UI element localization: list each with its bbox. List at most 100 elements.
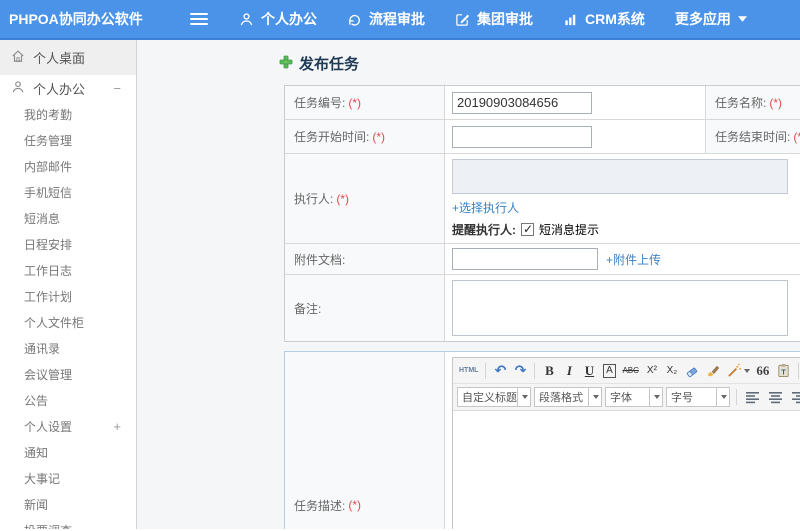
remark-textarea[interactable] <box>452 280 788 336</box>
end-time-label: 任务结束时间:(*) <box>706 120 800 153</box>
undo-icon[interactable]: ↶ <box>491 361 509 381</box>
main-content: 发布任务 任务编号:(*) 任务名称:(*) 任务开始时间:(*) <box>137 40 800 529</box>
format-brush-icon[interactable] <box>704 361 723 381</box>
sidebar-item-meeting-management[interactable]: 会议管理 <box>0 361 136 387</box>
sidebar-item-label: 短消息 <box>24 211 61 226</box>
required-mark: (*) <box>769 95 783 110</box>
sidebar-item-notice[interactable]: 通知 <box>0 439 136 465</box>
nav-workflow-approval[interactable]: 流程审批 <box>332 0 440 38</box>
sidebar-item-label: 工作计划 <box>24 289 73 304</box>
nav-crm-system[interactable]: CRM系统 <box>548 0 660 38</box>
html-source-button[interactable]: HTML <box>457 361 480 381</box>
required-mark: (*) <box>348 95 362 110</box>
editor-content-area[interactable] <box>453 411 800 529</box>
sidebar-item-personal-office[interactable]: 个人办公 − <box>0 75 136 101</box>
sidebar-item-personal-files[interactable]: 个人文件柜 <box>0 309 136 335</box>
align-left-icon[interactable] <box>743 387 763 407</box>
sidebar-item-work-plan[interactable]: 工作计划 <box>0 283 136 309</box>
user-icon <box>239 12 254 27</box>
task-number-input[interactable] <box>452 91 592 114</box>
task-number-label: 任务编号: (*) <box>285 86 445 119</box>
collapse-minus-icon[interactable]: − <box>113 81 121 96</box>
sidebar: 个人桌面 个人办公 − 我的考勤 任务管理 内部邮件 手机短信 短消息 日程安排… <box>0 40 137 529</box>
choose-executor-link[interactable]: +选择执行人 <box>452 199 519 216</box>
sidebar-item-label: 个人文件柜 <box>24 315 85 330</box>
remark-label: 备注: <box>285 275 445 341</box>
expand-plus-icon[interactable]: + <box>113 419 121 434</box>
sidebar-item-sms[interactable]: 手机短信 <box>0 179 136 205</box>
sidebar-item-label: 个人设置 <box>24 419 73 434</box>
top-nav: 个人办公 流程审批 集团审批 CRM系统 更多应用 <box>224 0 762 38</box>
nav-group-approval[interactable]: 集团审批 <box>440 0 548 38</box>
sidebar-item-personal-settings[interactable]: 个人设置 + <box>0 413 136 439</box>
sidebar-item-desktop[interactable]: 个人桌面 <box>0 40 136 75</box>
font-family-select[interactable]: 字体 <box>605 387 663 407</box>
required-mark: (*) <box>372 129 386 144</box>
sidebar-item-label: 个人桌面 <box>33 51 86 66</box>
nav-label: 更多应用 <box>674 11 731 27</box>
home-icon <box>11 49 25 66</box>
heading-select[interactable]: 自定义标题 <box>457 387 531 407</box>
toolbar-divider <box>485 362 487 379</box>
sidebar-item-label: 个人办公 <box>33 81 86 97</box>
sidebar-item-events[interactable]: 大事记 <box>0 465 136 491</box>
strikethrough-button[interactable]: ABC <box>620 361 640 381</box>
superscript-button[interactable]: X² <box>643 361 661 381</box>
sidebar-item-label: 工作日志 <box>24 263 73 278</box>
start-time-label: 任务开始时间: (*) <box>285 120 445 153</box>
sidebar-item-clipped[interactable]: 投票调查 <box>0 517 136 530</box>
task-description-table: 任务描述: (*) HTML ↶ ↷ B I U A ABC X² X₂ 66 … <box>284 351 800 529</box>
start-time-input[interactable] <box>452 125 592 148</box>
remind-executor-row: 提醒执行人: 短消息提示 <box>452 221 599 238</box>
sidebar-item-news[interactable]: 新闻 <box>0 491 136 517</box>
char-border-button[interactable]: A <box>600 361 618 381</box>
subscript-button[interactable]: X₂ <box>663 361 681 381</box>
caret-down-icon <box>716 388 729 406</box>
attachment-upload-link[interactable]: +附件上传 <box>606 251 661 268</box>
sms-checkbox-label: 短消息提示 <box>539 223 600 237</box>
redo-icon[interactable]: ↷ <box>511 361 529 381</box>
sidebar-item-announcement[interactable]: 公告 <box>0 387 136 413</box>
autotypeset-wand-icon[interactable] <box>725 361 752 381</box>
blockquote-button[interactable]: 66 <box>754 361 772 381</box>
underline-button[interactable]: U <box>580 361 598 381</box>
nav-label: 流程审批 <box>369 11 425 27</box>
caret-down-icon <box>588 388 601 406</box>
sms-checkbox[interactable] <box>521 222 534 236</box>
svg-text:T: T <box>781 367 786 376</box>
nav-more-apps[interactable]: 更多应用 <box>660 0 762 38</box>
app-logo: PHPOA协同办公软件 <box>9 11 143 27</box>
paragraph-format-select[interactable]: 段落格式 <box>534 387 602 407</box>
italic-button[interactable]: I <box>560 361 578 381</box>
task-form-table: 任务编号:(*) 任务名称:(*) 任务开始时间:(*) 任务结束时间:(*) <box>284 85 800 342</box>
executor-textarea[interactable] <box>452 159 788 194</box>
task-name-label: 任务名称: (*) <box>706 86 800 119</box>
caret-down-icon <box>517 388 530 406</box>
nav-personal-office[interactable]: 个人办公 <box>224 0 332 38</box>
sidebar-item-internal-mail[interactable]: 内部邮件 <box>0 153 136 179</box>
sidebar-item-contacts[interactable]: 通讯录 <box>0 335 136 361</box>
rich-text-editor: HTML ↶ ↷ B I U A ABC X² X₂ 66 T 自定义标题 段落… <box>452 357 800 529</box>
sidebar-item-my-attendance[interactable]: 我的考勤 <box>0 101 136 127</box>
align-right-icon[interactable] <box>789 387 800 407</box>
eraser-icon[interactable] <box>683 361 702 381</box>
toolbar-divider <box>797 362 799 379</box>
sidebar-item-work-log[interactable]: 工作日志 <box>0 257 136 283</box>
caret-down-icon <box>737 16 747 22</box>
align-center-icon[interactable] <box>766 387 786 407</box>
edit-icon <box>455 12 470 27</box>
paste-as-text-icon[interactable]: T <box>774 361 793 381</box>
sidebar-item-schedule[interactable]: 日程安排 <box>0 231 136 257</box>
remind-executor-label: 提醒执行人: <box>452 223 516 237</box>
font-size-select[interactable]: 字号 <box>666 387 730 407</box>
page-title: 发布任务 <box>279 53 359 74</box>
attachment-input[interactable] <box>452 248 598 270</box>
menu-toggle-icon[interactable] <box>190 13 208 25</box>
bold-button[interactable]: B <box>540 361 558 381</box>
sidebar-item-short-message[interactable]: 短消息 <box>0 205 136 231</box>
sidebar-item-task-management[interactable]: 任务管理 <box>0 127 136 153</box>
sidebar-item-label: 内部邮件 <box>24 159 73 174</box>
toolbar-divider <box>534 362 536 379</box>
nav-label: 集团审批 <box>477 11 533 27</box>
sidebar-item-label: 日程安排 <box>24 237 73 252</box>
